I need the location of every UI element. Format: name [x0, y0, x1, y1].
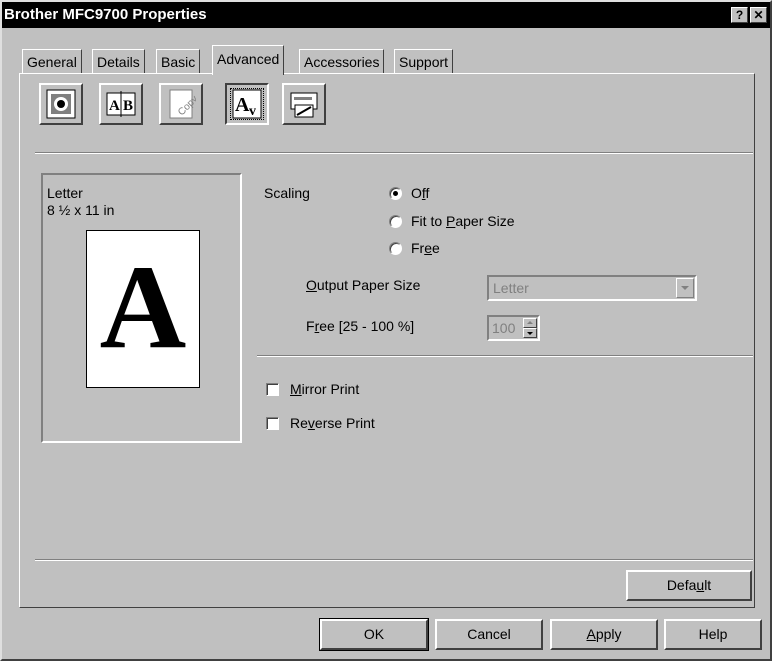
- scaling-free-label[interactable]: Free: [411, 240, 440, 256]
- mirror-print-checkbox[interactable]: [266, 383, 279, 396]
- quality-icon[interactable]: [39, 83, 83, 125]
- bottom-divider: [35, 559, 753, 561]
- ok-button[interactable]: OK: [319, 618, 429, 651]
- preview-page: A: [86, 230, 200, 388]
- close-button[interactable]: ✕: [750, 7, 767, 23]
- chevron-down-icon[interactable]: [676, 278, 694, 298]
- device-options-icon[interactable]: Av: [225, 83, 269, 125]
- svg-text:B: B: [123, 98, 133, 114]
- reverse-print-label[interactable]: Reverse Print: [290, 415, 375, 431]
- scaling-fit-label[interactable]: Fit to Paper Size: [411, 213, 515, 229]
- tab-support[interactable]: Support: [394, 49, 454, 73]
- help-footer-button[interactable]: Help: [664, 619, 762, 650]
- spin-down-icon[interactable]: [523, 328, 537, 338]
- free-percent-value: 100: [492, 320, 516, 336]
- options-divider: [257, 355, 753, 357]
- tab-details[interactable]: Details: [92, 49, 145, 73]
- free-range-label: Free [25 - 100 %]: [306, 318, 415, 334]
- preview-paper-name: Letter: [47, 185, 83, 201]
- duplex-icon[interactable]: AB: [99, 83, 143, 125]
- cancel-button[interactable]: Cancel: [435, 619, 543, 650]
- title-bar: Brother MFC9700 Properties ? ✕: [2, 2, 770, 28]
- reverse-print-checkbox[interactable]: [266, 417, 279, 430]
- svg-text:A: A: [109, 98, 120, 114]
- tab-general[interactable]: General: [22, 49, 82, 73]
- preview-paper-dims: 8 ½ x 11 in: [47, 202, 115, 218]
- scaling-free-radio[interactable]: [389, 242, 402, 255]
- tab-accessories[interactable]: Accessories: [299, 49, 385, 73]
- scaling-label: Scaling: [264, 185, 310, 201]
- tab-basic[interactable]: Basic: [156, 49, 201, 73]
- scaling-off-label[interactable]: Off: [411, 185, 429, 201]
- apply-button[interactable]: Apply: [550, 619, 658, 650]
- mirror-print-label[interactable]: Mirror Print: [290, 381, 359, 397]
- output-paper-size-value: Letter: [493, 280, 529, 296]
- svg-text:A: A: [235, 94, 250, 116]
- scaling-off-radio[interactable]: [389, 187, 402, 200]
- output-paper-size-select[interactable]: Letter: [487, 275, 697, 301]
- watermark-icon[interactable]: Copy: [159, 83, 203, 125]
- default-button[interactable]: Default: [626, 570, 752, 601]
- svg-text:v: v: [249, 104, 256, 119]
- toolbar-divider: [35, 152, 753, 154]
- spin-up-icon[interactable]: [523, 318, 537, 328]
- tab-advanced[interactable]: Advanced: [212, 45, 285, 75]
- window-title: Brother MFC9700 Properties: [4, 6, 207, 23]
- properties-dialog: Brother MFC9700 Properties ? ✕ General D…: [0, 0, 772, 661]
- scaling-fit-radio[interactable]: [389, 215, 402, 228]
- help-button[interactable]: ?: [731, 7, 748, 23]
- printer-settings-icon[interactable]: [282, 83, 326, 125]
- free-percent-stepper[interactable]: 100: [487, 315, 540, 341]
- preview-sample-letter: A: [99, 240, 187, 373]
- output-paper-size-label: Output Paper Size: [306, 277, 421, 293]
